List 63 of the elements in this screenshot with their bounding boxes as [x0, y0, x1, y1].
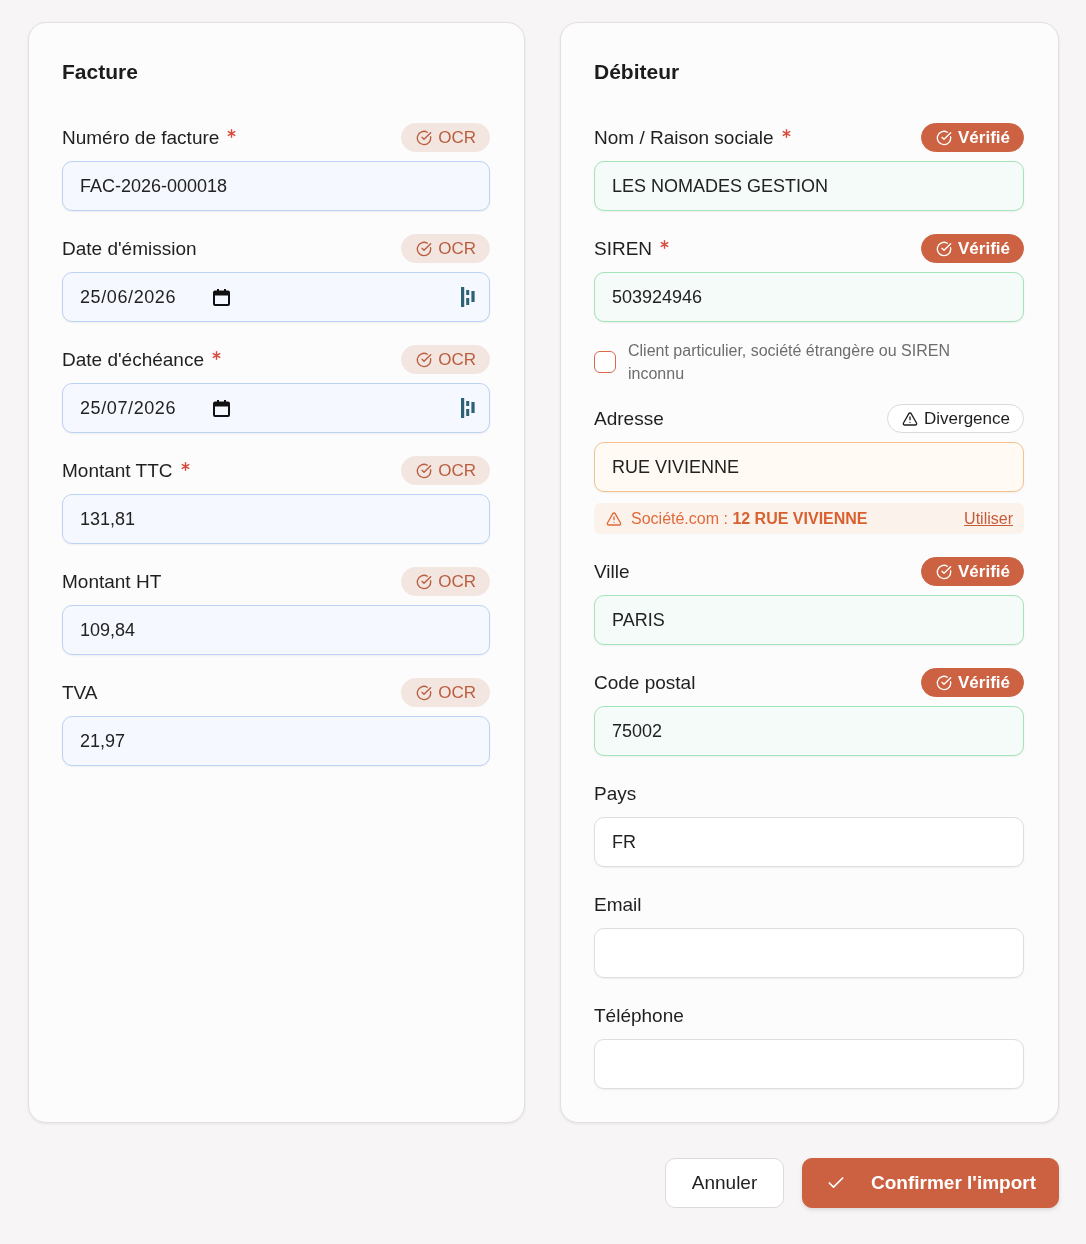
check-circle-icon	[416, 240, 433, 257]
field-label: Code postal	[594, 670, 696, 695]
field-label: SIREN	[594, 236, 653, 261]
calendar-icon[interactable]	[213, 288, 231, 306]
badge-text: Vérifié	[958, 561, 1010, 582]
input-field[interactable]: 21,97	[62, 716, 490, 766]
field-label: Numéro de facture	[62, 125, 220, 150]
card-title: Facture	[62, 59, 138, 85]
input-field[interactable]: FR	[594, 817, 1024, 867]
input-field[interactable]: RUE VIVIENNE	[594, 442, 1024, 492]
field-label: Ville	[594, 559, 630, 584]
field-label: Nom / Raison sociale	[594, 125, 774, 150]
field-label: Téléphone	[594, 1003, 684, 1028]
cancel-button[interactable]: Annuler	[665, 1158, 784, 1208]
badge-text: OCR	[438, 127, 476, 148]
input-field[interactable]: 503924946	[594, 272, 1024, 322]
badge-text: OCR	[438, 571, 476, 592]
bars-icon[interactable]	[461, 398, 475, 418]
check-circle-icon	[416, 351, 433, 368]
checkbox-label: Client particulier, société étrangère ou SIREN inconnu	[628, 341, 951, 384]
badge-text: Vérifié	[958, 672, 1010, 693]
calendar-icon[interactable]	[213, 399, 231, 417]
badge-text: Vérifié	[958, 238, 1010, 259]
input-field[interactable]: 75002	[594, 706, 1024, 756]
warning-icon	[902, 410, 918, 427]
badge-text: Divergence	[924, 408, 1010, 429]
check-circle-icon	[416, 462, 433, 479]
date-field[interactable]: 25/07/2026	[62, 383, 490, 433]
check-circle-icon	[936, 674, 952, 691]
date-field[interactable]: 25/06/2026	[62, 272, 490, 322]
confirm-button[interactable]: Confirmer l'import	[802, 1158, 1059, 1208]
input-field[interactable]: 131,81	[62, 494, 490, 544]
field-label: Montant HT	[62, 569, 162, 594]
input-field[interactable]: FAC-2026-000018	[62, 161, 490, 211]
input-field[interactable]	[594, 1039, 1024, 1089]
input-field[interactable]: LES NOMADES GESTION	[594, 161, 1024, 211]
field-label: Email	[594, 892, 642, 917]
input-field[interactable]: 109,84	[62, 605, 490, 655]
field-label: Pays	[594, 781, 637, 806]
use-link[interactable]: Utiliser	[964, 509, 1013, 528]
field-label: Montant TTC	[62, 458, 173, 483]
badge-text: Vérifié	[958, 127, 1010, 148]
field-label: TVA	[62, 680, 98, 705]
check-circle-icon	[416, 573, 433, 590]
field-label: Adresse	[594, 406, 664, 431]
check-circle-icon	[936, 240, 952, 257]
input-field[interactable]: PARIS	[594, 595, 1024, 645]
checkbox[interactable]	[594, 351, 616, 373]
check-circle-icon	[936, 129, 952, 146]
badge-text: OCR	[438, 682, 476, 703]
check-circle-icon	[416, 684, 433, 701]
card-title: Débiteur	[594, 59, 680, 85]
bars-icon[interactable]	[461, 287, 475, 307]
field-label: Date d'émission	[62, 236, 197, 261]
check-circle-icon	[936, 563, 952, 580]
input-field[interactable]	[594, 928, 1024, 978]
warning-icon	[606, 510, 622, 527]
badge-text: OCR	[438, 238, 476, 259]
badge-text: OCR	[438, 460, 476, 481]
field-label: Date d'échéance	[62, 347, 204, 372]
badge-text: OCR	[438, 349, 476, 370]
check-circle-icon	[416, 129, 433, 146]
alert-text: Société.com : 12 RUE VIVIENNE	[631, 509, 868, 528]
